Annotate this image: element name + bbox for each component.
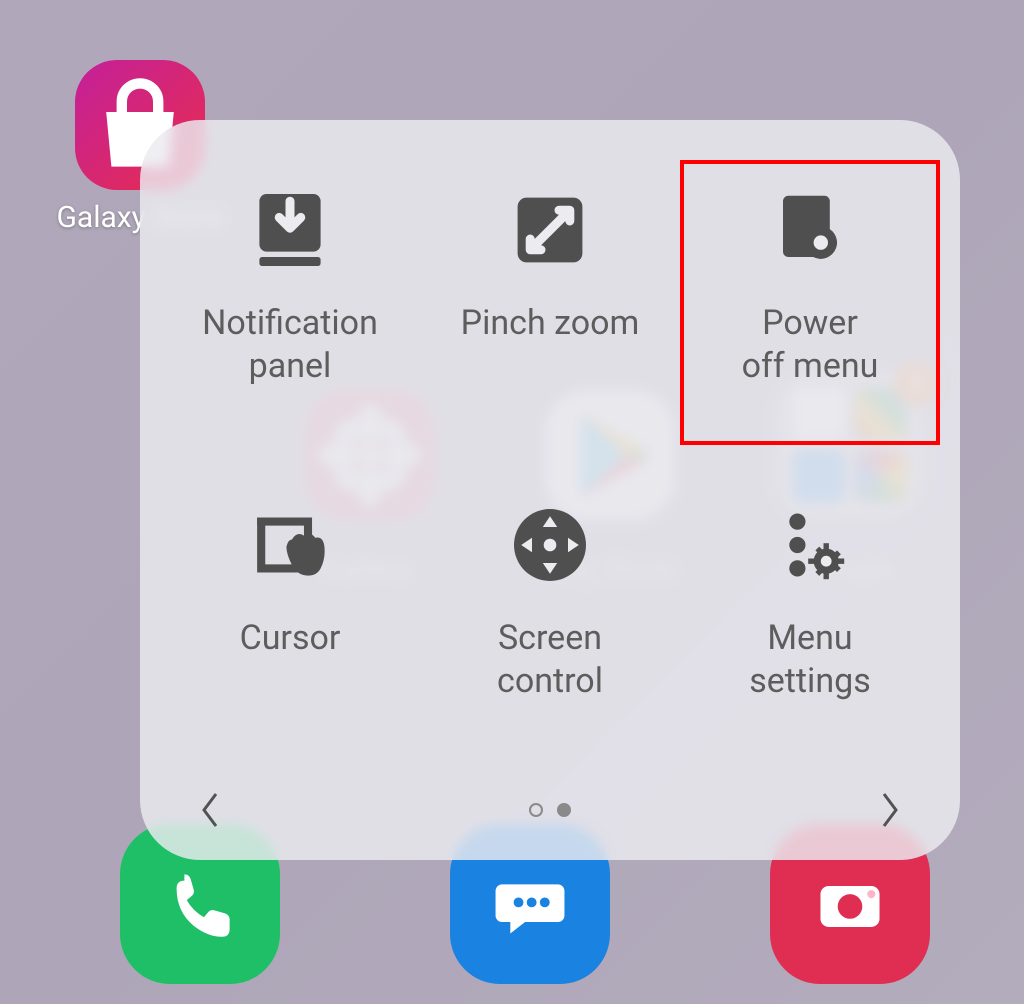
menu-item-cursor[interactable]: Cursor bbox=[160, 475, 420, 760]
expand-arrows-icon bbox=[500, 180, 600, 280]
touch-cursor-icon bbox=[240, 495, 340, 595]
messages-icon bbox=[489, 863, 571, 945]
menu-item-label: Pinch zoom bbox=[461, 302, 640, 345]
page-dots bbox=[529, 803, 571, 817]
phone-icon bbox=[161, 865, 239, 943]
menu-item-screen-control[interactable]: Screen control bbox=[420, 475, 680, 760]
download-tray-icon bbox=[240, 180, 340, 280]
more-settings-icon bbox=[760, 495, 860, 595]
menu-item-power-off-menu[interactable]: Power off menu bbox=[680, 160, 940, 445]
menu-item-pinch-zoom[interactable]: Pinch zoom bbox=[420, 160, 680, 445]
page-dot-1[interactable] bbox=[529, 803, 543, 817]
menu-item-label: Power off menu bbox=[742, 302, 879, 387]
camera-icon bbox=[809, 863, 891, 945]
pagination bbox=[140, 790, 960, 830]
dpad-icon bbox=[500, 495, 600, 595]
page-next-button[interactable] bbox=[870, 790, 910, 830]
power-settings-icon bbox=[760, 180, 860, 280]
menu-item-notification-panel[interactable]: Notification panel bbox=[160, 160, 420, 445]
menu-item-label: Menu settings bbox=[749, 617, 871, 702]
assistant-menu-panel: Notification panel Pinch zoom Power off … bbox=[140, 120, 960, 860]
menu-item-label: Notification panel bbox=[202, 302, 378, 387]
menu-item-label: Cursor bbox=[240, 617, 341, 660]
menu-grid: Notification panel Pinch zoom Power off … bbox=[160, 160, 940, 760]
menu-item-label: Screen control bbox=[497, 617, 603, 702]
page-dot-2[interactable] bbox=[557, 803, 571, 817]
menu-item-menu-settings[interactable]: Menu settings bbox=[680, 475, 940, 760]
page-prev-button[interactable] bbox=[190, 790, 230, 830]
